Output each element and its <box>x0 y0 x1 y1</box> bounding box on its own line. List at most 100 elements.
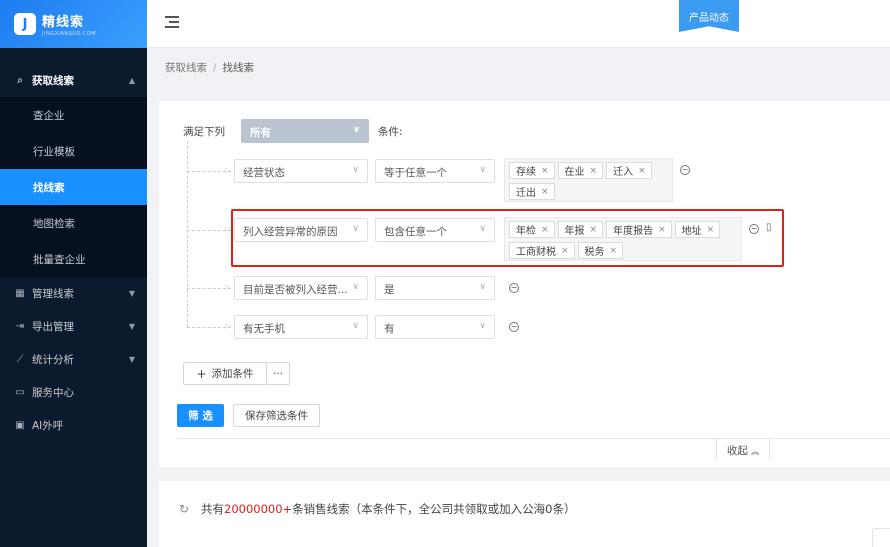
close-icon[interactable]: × <box>541 166 549 176</box>
close-icon[interactable]: × <box>561 246 569 256</box>
condition-op-select[interactable]: 有 ∨ <box>375 315 495 339</box>
condition-field-select[interactable]: 经营状态 ∨ <box>234 159 368 183</box>
chevron-up-icon: ▲ <box>128 76 135 85</box>
tag-label: 年度报告 <box>613 226 654 237</box>
tag-label: 年报 <box>564 226 585 237</box>
chevron-down-icon: ▼ <box>128 355 135 364</box>
menu-manage-leads[interactable]: ▦ 管理线索 ▼ <box>0 277 147 310</box>
match-select[interactable]: 所有 ∨ <box>241 119 369 143</box>
tag[interactable]: 迁出 × <box>509 183 555 200</box>
tag[interactable]: 税务 × <box>577 242 624 259</box>
close-icon[interactable]: × <box>541 187 549 197</box>
chevron-down-icon: ∨ <box>479 165 486 175</box>
close-icon[interactable]: × <box>610 246 618 256</box>
chevron-down-icon: ▼ <box>128 322 135 331</box>
menu-acquire-leads[interactable]: ⌕ 获取线索 ▲ <box>0 64 147 97</box>
chevron-down-icon: ∨ <box>352 282 359 292</box>
remove-condition-icon[interactable]: − <box>680 165 690 175</box>
menu-toggle-icon[interactable] <box>165 16 179 28</box>
tag[interactable]: 存续 × <box>509 162 555 179</box>
field-value: 经营状态 <box>243 167 285 179</box>
tag[interactable]: 工商财税 × <box>509 242 575 259</box>
tree-arrow-icon: ▷ <box>225 225 231 233</box>
tag[interactable]: 年度报告 × <box>606 221 672 238</box>
copy-icon[interactable]: ▯ <box>766 222 772 233</box>
breadcrumb-current: 找线索 <box>222 62 255 74</box>
scroll-corner[interactable] <box>872 528 890 547</box>
menu-service-center[interactable]: ▭ 服务中心 <box>0 376 147 409</box>
chevron-down-icon: ∨ <box>352 125 360 135</box>
export-icon: ⇥ <box>15 321 25 332</box>
sidebar-item-map-search[interactable]: 地图检索 <box>0 205 147 241</box>
add-condition-button[interactable]: + 添加条件 <box>183 362 267 385</box>
tag[interactable]: 年报 × <box>557 221 604 238</box>
filter-button[interactable]: 筛 选 <box>177 404 224 427</box>
close-icon[interactable]: × <box>658 225 666 235</box>
menu-export[interactable]: ⇥ 导出管理 ▼ <box>0 310 147 343</box>
remove-condition-icon[interactable]: − <box>509 322 519 332</box>
condition-field-select[interactable]: 列入经营异常的原因 ∨ <box>234 218 368 242</box>
refresh-icon[interactable]: ↻ <box>179 502 189 516</box>
chevron-down-icon: ∨ <box>352 321 359 331</box>
tag-select[interactable]: 存续 × 在业 × 迁入 × 迁出 × <box>504 158 673 202</box>
field-value: 列入经营异常的原因 <box>243 226 338 238</box>
count-prefix: 共有 <box>201 502 224 516</box>
close-icon[interactable]: × <box>707 225 715 235</box>
remove-condition-icon[interactable]: − <box>509 283 519 293</box>
op-value: 有 <box>384 323 395 335</box>
logo[interactable]: J 精线索 JINGXIANSUO.COM <box>0 0 147 48</box>
divider <box>177 438 890 439</box>
field-value: 目前是否被列入经营... <box>243 284 348 296</box>
search-icon: ⌕ <box>17 75 23 86</box>
chevron-down-icon: ∨ <box>352 224 359 234</box>
tag-select[interactable]: 年检 × 年报 × 年度报告 × 地址 × 工商财税 × 税务 × <box>504 217 742 261</box>
count-suffix: 条销售线索（本条件下，全公司共领取或加入公海0条） <box>292 502 576 516</box>
logo-icon: J <box>14 13 36 35</box>
box-icon: ▭ <box>15 387 25 398</box>
count-number: 20000000+ <box>224 502 293 516</box>
chevron-up-icon: ︽ <box>751 447 760 456</box>
menu-statistics[interactable]: ⟋ 统计分析 ▼ <box>0 343 147 376</box>
brand-sub: JINGXIANSUO.COM <box>42 31 97 37</box>
breadcrumb: 获取线索 / 找线索 <box>165 60 254 75</box>
tag-label: 工商财税 <box>516 247 556 258</box>
menu-label: 服务中心 <box>32 387 74 399</box>
sidebar-item-industry-template[interactable]: 行业模板 <box>0 133 147 169</box>
results-panel: ↻ 共有20000000+条销售线索（本条件下，全公司共领取或加入公海0条） <box>159 481 890 547</box>
condition-field-select[interactable]: 有无手机 ∨ <box>234 315 368 339</box>
sidebar: J 精线索 JINGXIANSUO.COM ⌕ 获取线索 ▲ 查企业 行业模板 … <box>0 0 147 547</box>
chevron-down-icon: ▼ <box>128 289 135 298</box>
condition-op-select[interactable]: 等于任意一个 ∨ <box>375 159 495 183</box>
match-value: 所有 <box>250 127 271 139</box>
tag[interactable]: 在业 × <box>557 162 604 179</box>
remove-condition-icon[interactable]: − <box>749 224 759 234</box>
condition-op-select[interactable]: 包含任意一个 ∨ <box>375 218 495 242</box>
sidebar-item-find-leads[interactable]: 找线索 <box>0 169 147 205</box>
menu-label: 管理线索 <box>32 288 74 300</box>
save-filter-button[interactable]: 保存筛选条件 <box>233 404 320 427</box>
op-value: 是 <box>384 284 395 296</box>
collapse-button[interactable]: 收起 ︽ <box>716 438 770 460</box>
more-button[interactable]: ··· <box>266 362 290 385</box>
tag[interactable]: 地址 × <box>674 221 721 238</box>
menu-label: 导出管理 <box>32 321 74 333</box>
add-condition-label: 添加条件 <box>211 368 254 380</box>
breadcrumb-parent[interactable]: 获取线索 <box>165 62 207 74</box>
top-header: 产品动态 <box>147 0 890 48</box>
product-news-tag[interactable]: 产品动态 <box>679 0 739 32</box>
sidebar-item-batch-query[interactable]: 批量查企业 <box>0 241 147 277</box>
tag[interactable]: 迁入 × <box>606 162 652 179</box>
sidebar-item-query-company[interactable]: 查企业 <box>0 97 147 133</box>
close-icon[interactable]: × <box>541 225 549 235</box>
close-icon[interactable]: × <box>590 166 598 176</box>
chevron-down-icon: ∨ <box>479 224 486 234</box>
menu-ai-call[interactable]: ▣ AI外呼 <box>0 409 147 442</box>
filter-panel: 满足下列 所有 ∨ 条件: ▷ ▷ ▷ ▷ 经营状态 ∨ 等于任意一个 ∨ 存续 × 在业… <box>159 101 890 467</box>
close-icon[interactable]: × <box>590 225 598 235</box>
condition-op-select[interactable]: 是 ∨ <box>375 276 495 300</box>
tag[interactable]: 年检 × <box>509 221 555 238</box>
close-icon[interactable]: × <box>638 166 646 176</box>
match-label: 满足下列 <box>183 126 225 138</box>
tree-arrow-icon: ▷ <box>225 322 231 330</box>
condition-field-select[interactable]: 目前是否被列入经营... ∨ <box>234 276 368 300</box>
